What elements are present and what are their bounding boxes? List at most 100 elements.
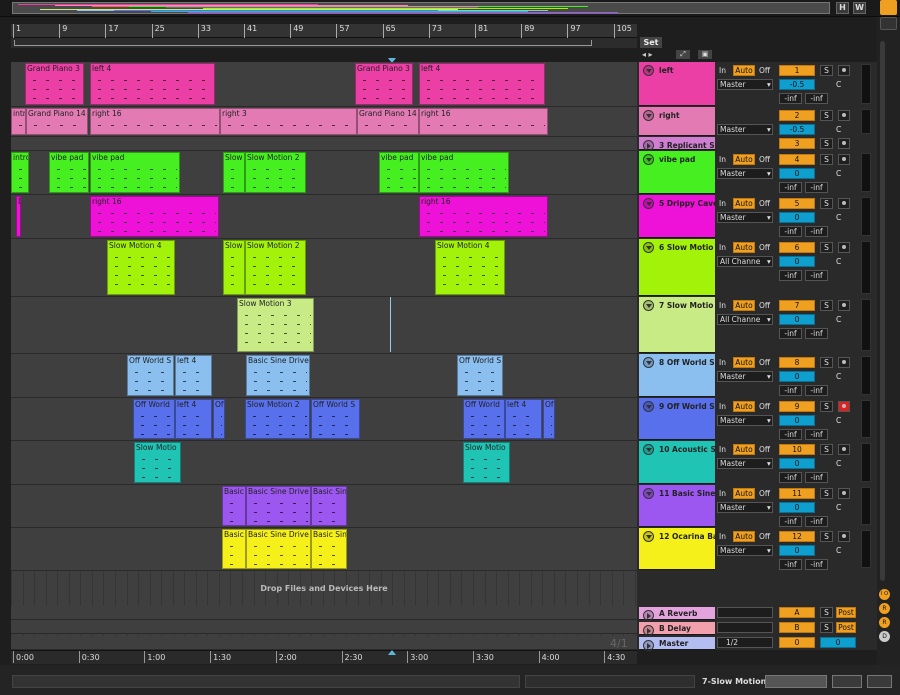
midi-clip[interactable]: Basic Sine Drive xyxy=(246,529,311,569)
off-monitor-button[interactable]: Off xyxy=(759,154,770,165)
nav-arrows-icon[interactable]: ◂ ▸ xyxy=(642,50,662,59)
overview-w-button[interactable]: W xyxy=(853,2,866,14)
delay-toggle-icon[interactable]: D xyxy=(879,631,890,642)
volume-right[interactable]: -inf xyxy=(805,328,828,339)
midi-clip[interactable]: Grand Piano 3 xyxy=(355,63,413,105)
pan-value[interactable]: 0 xyxy=(779,502,815,513)
midi-clip[interactable]: Slow Motion 4 xyxy=(435,240,505,295)
track-name[interactable]: 10 Acoustic S xyxy=(659,445,715,454)
output-routing-dropdown[interactable]: Master xyxy=(717,415,773,426)
auto-monitor-button[interactable]: Auto xyxy=(733,154,755,165)
return-name[interactable]: B Delay xyxy=(659,624,715,633)
return-lane[interactable] xyxy=(11,620,637,634)
track-lane[interactable]: Grand Piano 3 left 4 Grand Piano 3 left 4 xyxy=(11,62,637,107)
track-number[interactable]: 6 xyxy=(779,242,815,253)
volume-right[interactable]: -inf xyxy=(805,472,828,483)
send-field[interactable] xyxy=(717,622,773,633)
volume-left[interactable]: -inf xyxy=(779,93,802,104)
input-label[interactable]: In xyxy=(719,242,726,253)
output-routing-dropdown[interactable]: Master xyxy=(717,212,773,223)
track-header[interactable]: left xyxy=(639,62,715,106)
volume-left[interactable]: -inf xyxy=(779,385,802,396)
arm-button[interactable] xyxy=(838,65,850,76)
fold-icon[interactable] xyxy=(643,610,654,621)
output-routing-dropdown[interactable]: All Channe xyxy=(717,256,773,267)
return-name[interactable]: A Reverb xyxy=(659,609,715,618)
track-header[interactable]: 3 Replicant S xyxy=(639,137,715,151)
midi-clip[interactable]: Basic Sine Drive xyxy=(246,486,311,526)
track-number[interactable]: 4 xyxy=(779,154,815,165)
time-ruler[interactable]: 0:00 0:30 1:00 1:30 2:00 2:30 3:00 3:30 4:00 4:30 xyxy=(11,650,637,664)
off-monitor-button[interactable]: Off xyxy=(759,300,770,311)
auto-monitor-button[interactable]: Auto xyxy=(733,531,755,542)
off-monitor-button[interactable]: Off xyxy=(759,65,770,76)
track-lane[interactable]: intro vibe pad vibe pad Slow Slow Motion 2 vi… xyxy=(11,151,637,195)
track-lane[interactable]: Dright 16 right 16 xyxy=(11,195,637,239)
track-name[interactable]: 8 Off World S xyxy=(659,358,715,367)
fold-icon[interactable] xyxy=(643,640,654,651)
midi-clip[interactable]: left 4 xyxy=(175,399,212,439)
track-number[interactable]: 9 xyxy=(779,401,815,412)
volume-left[interactable]: -inf xyxy=(779,559,802,570)
volume-left[interactable]: -inf xyxy=(779,472,802,483)
track-header[interactable]: 10 Acoustic S xyxy=(639,441,715,484)
track-number[interactable]: 8 xyxy=(779,357,815,368)
track-header[interactable]: vibe pad xyxy=(639,151,715,194)
midi-clip[interactable]: Slow xyxy=(223,152,245,193)
midi-clip[interactable]: Basic xyxy=(222,486,246,526)
midi-clip[interactable]: left 4 xyxy=(419,63,545,105)
horizontal-scrollbar[interactable] xyxy=(12,675,520,688)
track-number[interactable]: 5 xyxy=(779,198,815,209)
midi-clip[interactable]: Off World xyxy=(463,399,505,439)
track-number[interactable]: 7 xyxy=(779,300,815,311)
auto-monitor-button[interactable]: Auto xyxy=(733,300,755,311)
menu-icon[interactable] xyxy=(880,0,897,15)
volume-left[interactable]: -inf xyxy=(779,226,802,237)
midi-clip[interactable]: Basic Sin xyxy=(311,529,347,569)
auto-monitor-button[interactable]: Auto xyxy=(733,401,755,412)
volume-right[interactable]: -inf xyxy=(805,385,828,396)
returns-toggle-icon[interactable]: R xyxy=(879,603,890,614)
lock-icon[interactable]: ▣ xyxy=(698,50,712,59)
arm-button[interactable] xyxy=(838,242,850,253)
device-preview[interactable] xyxy=(832,675,862,688)
solo-button[interactable]: S xyxy=(820,242,833,253)
return-track-header[interactable]: Master xyxy=(639,637,715,651)
pan-value[interactable]: 0 xyxy=(779,256,815,267)
output-routing-dropdown[interactable]: Master xyxy=(717,124,773,135)
input-label[interactable]: In xyxy=(719,531,726,542)
auto-monitor-button[interactable]: Auto xyxy=(733,444,755,455)
loop-brace[interactable] xyxy=(14,40,592,46)
track-header[interactable]: 7 Slow Motio xyxy=(639,297,715,353)
track-lane[interactable] xyxy=(11,137,637,151)
midi-clip[interactable]: left 4 xyxy=(90,63,215,105)
track-header[interactable]: right xyxy=(639,107,715,136)
master-routing-dropdown[interactable]: 1/2 xyxy=(717,637,773,648)
midi-clip[interactable]: Slow Motion 3 xyxy=(237,298,314,352)
master-value[interactable]: 0 xyxy=(779,637,815,648)
solo-button[interactable]: S xyxy=(820,607,833,618)
return-name[interactable]: Master xyxy=(659,639,715,648)
auto-monitor-button[interactable]: Auto xyxy=(733,357,755,368)
arm-button[interactable] xyxy=(838,300,850,311)
track-number[interactable]: 10 xyxy=(779,444,815,455)
output-routing-dropdown[interactable]: Master xyxy=(717,168,773,179)
track-name[interactable]: vibe pad xyxy=(659,155,715,164)
master-pan[interactable]: 0 xyxy=(820,637,856,648)
volume-right[interactable]: -inf xyxy=(805,516,828,527)
off-monitor-button[interactable]: Off xyxy=(759,198,770,209)
midi-clip[interactable]: Off World S xyxy=(457,355,503,396)
off-monitor-button[interactable]: Off xyxy=(759,401,770,412)
pan-value[interactable]: 0 xyxy=(779,314,815,325)
volume-right[interactable]: -inf xyxy=(805,93,828,104)
midi-clip[interactable]: Off World xyxy=(133,399,175,439)
pan-value[interactable]: 0 xyxy=(779,371,815,382)
midi-clip[interactable]: Slow Motio xyxy=(463,442,510,483)
input-label[interactable]: In xyxy=(719,401,726,412)
track-number[interactable]: 2 xyxy=(779,110,815,121)
r-toggle-icon[interactable]: R xyxy=(879,617,890,628)
auto-monitor-button[interactable]: Auto xyxy=(733,488,755,499)
fold-icon[interactable] xyxy=(643,110,654,121)
midi-clip[interactable]: vibe pad xyxy=(49,152,89,193)
solo-button[interactable]: S xyxy=(820,488,833,499)
